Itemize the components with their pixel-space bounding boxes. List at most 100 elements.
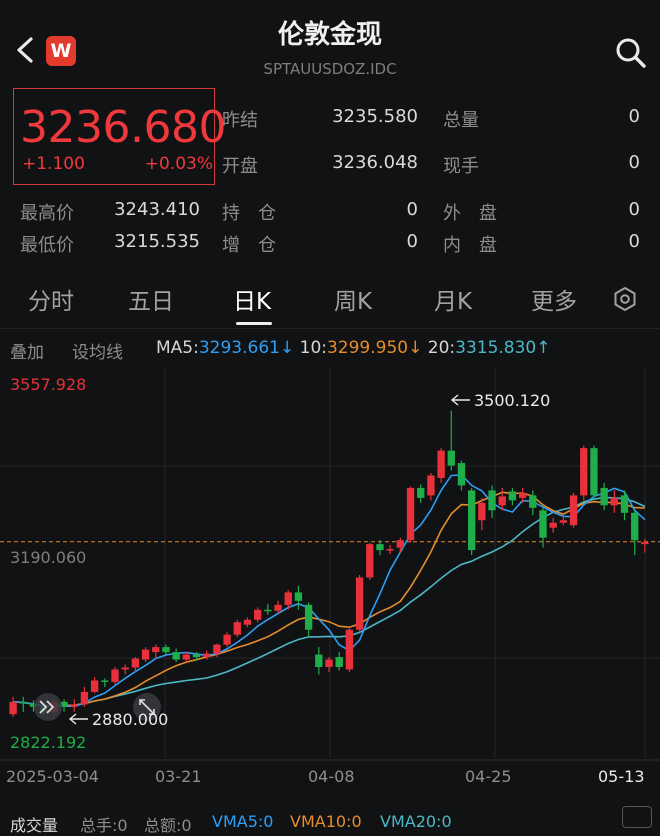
ma5-arrow-icon: ↓: [279, 338, 295, 358]
candle-body: [539, 510, 547, 538]
candle-body: [467, 490, 476, 551]
candle: [437, 448, 445, 483]
candle: [253, 607, 262, 623]
ma-values: MA5:3293.661↓ 10:3299.950↓ 20:3315.830↑: [156, 338, 551, 358]
candle: [70, 699, 78, 712]
candle-body: [406, 487, 415, 541]
label-current-hand: 现手: [443, 156, 479, 177]
candle: [478, 497, 486, 531]
candle-body: [111, 669, 119, 682]
candle: [417, 484, 425, 503]
tab-intraday[interactable]: 分时: [28, 282, 74, 316]
tab-monthly-k[interactable]: 月K: [434, 282, 472, 316]
candle-body: [396, 540, 405, 548]
candle: [366, 542, 374, 580]
candle: [641, 538, 649, 553]
candle-body: [355, 577, 364, 630]
candle: [345, 627, 354, 672]
candle: [467, 487, 476, 556]
candle-body: [569, 495, 578, 526]
fast-forward-icon: [34, 693, 62, 721]
candle: [396, 537, 405, 553]
candle-body: [264, 609, 272, 612]
chart-grid: [0, 368, 660, 761]
candle-body: [213, 644, 221, 654]
candle: [569, 492, 578, 528]
candle-body: [294, 592, 303, 601]
label-open-interest: 持 仓: [222, 203, 276, 224]
candle-body: [101, 680, 109, 682]
candle-body: [641, 542, 649, 545]
period-tabs: 分时 五日 日K 周K 月K 更多: [0, 272, 660, 328]
candle-body: [192, 654, 201, 658]
candle-body: [386, 549, 394, 551]
page-title: 伦敦金现: [277, 20, 382, 50]
candle: [233, 619, 241, 638]
candle: [172, 648, 180, 663]
ma10-arrow-icon: ↓: [408, 338, 423, 358]
volume-settings-button[interactable]: [622, 806, 652, 828]
candle: [631, 510, 639, 556]
tab-weekly-k[interactable]: 周K: [334, 282, 372, 316]
search-icon[interactable]: [614, 36, 648, 70]
candle-body: [427, 475, 435, 496]
value-high: 3243.410: [114, 199, 200, 220]
candle: [620, 490, 629, 521]
candle-body: [152, 647, 160, 653]
candle: [264, 603, 272, 615]
min-price-annotation: 2880.000: [92, 710, 168, 729]
y-max-label: 3557.928: [10, 375, 86, 394]
candle: [325, 657, 333, 672]
candle: [447, 410, 455, 471]
value-inner-volume: 0: [628, 231, 640, 252]
candle-body: [284, 592, 292, 605]
value-low: 3215.535: [114, 231, 200, 252]
candle-body: [600, 487, 608, 506]
tab-daily-k[interactable]: 日K: [233, 282, 271, 316]
candle-body: [182, 654, 191, 660]
x-label-5: 05-13: [598, 767, 645, 786]
kline-chart[interactable]: 3557.928 3190.060 2822.192 3500.120 2880…: [0, 368, 660, 788]
candle: [243, 617, 252, 628]
tab-five-day[interactable]: 五日: [128, 282, 174, 316]
candle-body: [233, 622, 241, 635]
total-amount: 总额:0: [144, 816, 192, 835]
candle: [427, 472, 435, 501]
value-open: 3236.048: [332, 152, 418, 173]
candle-body: [549, 522, 557, 528]
candle-body: [80, 691, 89, 705]
candle-body: [437, 450, 445, 478]
candle: [80, 686, 89, 707]
candle: [508, 487, 517, 506]
candle: [304, 602, 313, 638]
candle-body: [518, 492, 527, 498]
label-prev-settle: 昨结: [222, 110, 258, 131]
settings-icon[interactable]: [612, 286, 638, 312]
label-inner-volume: 内 盘: [443, 235, 497, 256]
candle: [90, 676, 99, 694]
candle-body: [345, 629, 354, 670]
candle-body: [325, 659, 333, 668]
candle-body: [223, 634, 231, 645]
candle-body: [559, 520, 568, 523]
candle-body: [376, 544, 384, 551]
value-total-volume: 0: [628, 106, 640, 127]
candle-body: [274, 604, 282, 611]
overlay-button[interactable]: 叠加: [10, 338, 44, 363]
candle: [9, 696, 17, 717]
value-current-hand: 0: [628, 152, 640, 173]
candle-body: [162, 647, 170, 653]
candle-body: [457, 463, 466, 486]
candle-body: [243, 619, 252, 625]
value-open-interest: 0: [406, 199, 418, 220]
set-ma-button[interactable]: 设均线: [72, 338, 123, 363]
candle-body: [253, 609, 262, 620]
tab-more[interactable]: 更多: [531, 282, 577, 316]
candle: [580, 445, 588, 501]
candle: [294, 585, 303, 610]
candle: [600, 482, 608, 511]
value-oi-change: 0: [406, 231, 418, 252]
vma20-value: VMA20:0: [380, 812, 452, 831]
value-prev-settle: 3235.580: [332, 106, 418, 127]
candle: [19, 696, 27, 712]
